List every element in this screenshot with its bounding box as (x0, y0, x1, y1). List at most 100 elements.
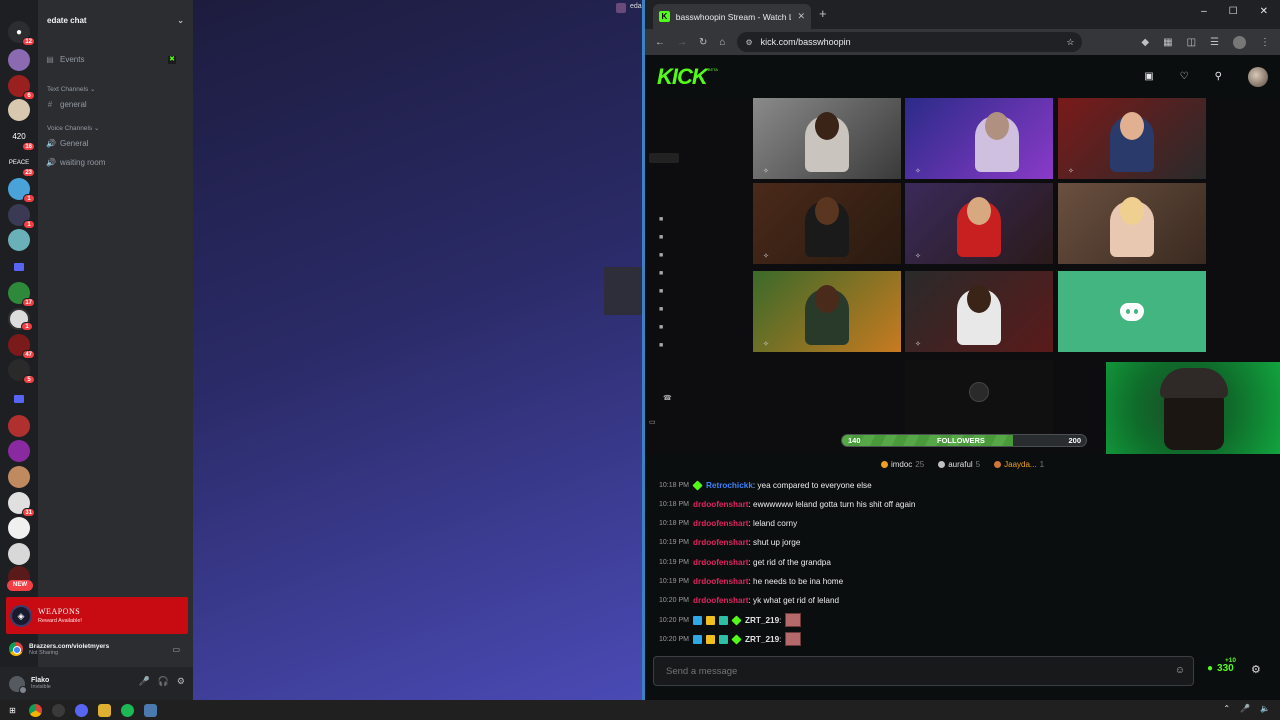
user-badge-icon (692, 479, 703, 491)
sidepanel-icon[interactable]: ◫ (1187, 37, 1196, 48)
chat-username[interactable]: drdoofenshart (693, 558, 749, 567)
forward-icon[interactable]: → (677, 37, 687, 48)
user-panel: Flako Invisible 🎤 🎧 ⚙ (0, 667, 193, 700)
server-icon[interactable]: 6 (8, 75, 35, 100)
gift-icon[interactable]: ▣ (1144, 71, 1153, 82)
collapsed-side-panel[interactable] (604, 267, 642, 315)
stream-video[interactable]: ■ ■ ■ ■ ■ ■ ■ ■ ☎ ▭ ✧ ✧ ✧ ✧ ✧ ✧ ✧ 140 FO… (645, 98, 1280, 454)
user-badge-icon (706, 615, 715, 625)
server-icon[interactable] (8, 466, 30, 488)
gear-icon[interactable]: ⚙ (177, 676, 185, 687)
chat-input-box[interactable]: ☺ (653, 656, 1194, 686)
maximize-icon[interactable]: ☐ (1229, 6, 1238, 17)
avatar[interactable] (9, 675, 27, 694)
server-icon[interactable]: 1 (8, 178, 35, 203)
server-icon[interactable]: 5 (8, 359, 35, 384)
voice-channel-waiting-room[interactable]: 🔊 waiting room (46, 155, 186, 170)
windows-start-icon[interactable]: ⊞ (6, 704, 19, 717)
guild-header[interactable]: edate chat ⌄ (38, 0, 193, 40)
kick-logo[interactable]: KICK (657, 64, 708, 90)
emoji-icon[interactable]: ☺ (1175, 665, 1185, 676)
participant-tile: ✧ (905, 183, 1053, 264)
profile-avatar[interactable] (1233, 35, 1246, 49)
microphone-icon[interactable]: 🎤 (1240, 704, 1250, 713)
microphone-icon[interactable]: 🎤 (138, 676, 149, 687)
browser-tab[interactable]: K basswhoopin Stream - Watch L ✕ (653, 4, 811, 29)
leaderboard-entry[interactable]: auraful 5 (938, 460, 980, 469)
chrome-taskbar-icon[interactable] (29, 703, 42, 717)
file-explorer-icon[interactable] (98, 703, 111, 717)
site-info-icon[interactable]: ⚙ (745, 38, 752, 47)
reward-banner[interactable]: ◈ WEAPONS Reward Available! (6, 597, 188, 634)
leaderboard-entry[interactable]: Jaayda... 1 (994, 460, 1044, 469)
chat-username[interactable]: drdoofenshart (693, 596, 749, 605)
heart-icon[interactable]: ♡ (1180, 71, 1189, 82)
server-icon[interactable] (8, 543, 30, 565)
folder-icon[interactable] (14, 263, 24, 271)
server-icon[interactable] (8, 49, 30, 71)
server-icon[interactable]: 17 (8, 282, 35, 307)
menu-icon[interactable]: ⋮ (1260, 37, 1270, 48)
server-icon[interactable]: PEACE 23 (8, 152, 35, 177)
activity-panel[interactable]: Brazzers.com/violetmyers Not Sharing ▭ (6, 637, 188, 661)
category-text-channels[interactable]: Text Channels ⌄ (47, 85, 95, 93)
chat-username[interactable]: ZRT_219 (745, 635, 779, 644)
screen-share-icon[interactable]: ▭ (172, 645, 180, 654)
back-icon[interactable]: ← (655, 37, 665, 48)
server-icon[interactable] (8, 440, 30, 462)
server-icon[interactable] (8, 415, 30, 437)
kick-header: KICK BETA ▣ ♡ ⚲ (645, 55, 1280, 98)
media-icon[interactable]: ☰ (1210, 37, 1219, 48)
avatar[interactable] (1248, 66, 1268, 87)
spotify-taskbar-icon[interactable] (121, 703, 134, 717)
chat-username[interactable]: drdoofenshart (693, 500, 749, 509)
gear-icon[interactable]: ⚙ (1251, 663, 1261, 676)
chat-message-input[interactable] (666, 665, 1166, 677)
address-bar[interactable]: ⚙ kick.com/basswhoopin ☆ (737, 32, 1083, 52)
voice-channel-general[interactable]: 🔊 General (46, 136, 186, 151)
server-icon[interactable] (8, 99, 30, 121)
leaderboard-entry[interactable]: imdoc 25 (880, 460, 924, 469)
chat-username[interactable]: drdoofenshart (693, 577, 749, 586)
server-icon[interactable]: 1 (8, 308, 33, 331)
chat-username[interactable]: ZRT_219 (745, 616, 779, 625)
headphones-icon[interactable]: 🎧 (158, 676, 169, 687)
app-taskbar-icon[interactable] (144, 703, 157, 717)
discord-logo-icon (1120, 302, 1144, 321)
search-icon[interactable]: ⚲ (1215, 71, 1222, 82)
obs-taskbar-icon[interactable] (52, 703, 65, 717)
channel-label: General (60, 139, 89, 148)
discord-home-icon[interactable]: ● 12 (8, 21, 35, 46)
server-icon[interactable] (8, 229, 30, 251)
close-icon[interactable]: ✕ (797, 11, 805, 22)
minimize-icon[interactable]: – (1201, 6, 1207, 17)
chat-username[interactable]: drdoofenshart (693, 538, 749, 547)
close-window-icon[interactable]: ✕ (1260, 6, 1268, 17)
events-item[interactable]: ▤ Events ✖ (46, 52, 186, 67)
puzzle-icon[interactable]: ▦ (1163, 37, 1172, 48)
home-icon[interactable]: ⌂ (719, 37, 725, 48)
server-icon[interactable]: 47 (8, 334, 35, 359)
reward-title: WEAPONS (38, 607, 81, 616)
unread-badge: 1 (23, 220, 35, 229)
bookmark-star-icon[interactable]: ☆ (1066, 37, 1074, 48)
folder-icon[interactable] (14, 395, 24, 403)
chevron-up-icon[interactable]: ⌃ (1223, 704, 1230, 713)
category-voice-channels[interactable]: Voice Channels ⌄ (47, 124, 99, 132)
channel-points[interactable]: ● 330 (1207, 663, 1234, 674)
server-rail: ● 12 6 420 16 PEACE 23 1 1 17 1 47 5 31 NEW (0, 0, 38, 700)
server-icon[interactable]: 31 (8, 492, 35, 517)
channel-general[interactable]: # general (46, 97, 186, 112)
reload-icon[interactable]: ↻ (699, 37, 707, 48)
volume-icon[interactable]: 🔈 (1260, 704, 1270, 713)
server-icon[interactable]: 1 (8, 204, 35, 229)
server-icon[interactable]: 420 16 (8, 126, 35, 151)
leaderboard-count: 5 (975, 459, 981, 469)
server-icon[interactable] (8, 517, 30, 539)
chat-username[interactable]: drdoofenshart (693, 519, 749, 528)
chat-username[interactable]: Retrochickk (706, 481, 753, 490)
discord-taskbar-icon[interactable] (75, 703, 88, 717)
extension-icon[interactable]: ◆ (1141, 37, 1149, 48)
new-tab-icon[interactable]: + (819, 6, 827, 21)
unread-badge: 12 (22, 37, 35, 46)
